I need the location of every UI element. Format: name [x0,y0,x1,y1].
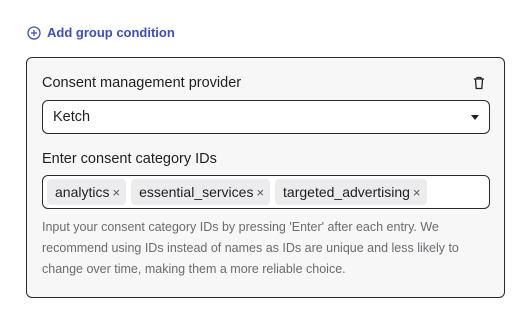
tag-essential-services: essential_services × [131,179,271,205]
remove-tag-icon[interactable]: × [413,186,421,199]
tag-targeted-advertising: targeted_advertising × [275,179,427,205]
tag-label: essential_services [139,184,254,200]
trash-icon[interactable] [473,76,485,90]
plus-circle-icon [27,25,41,40]
category-ids-label: Enter consent category IDs [42,151,217,167]
remove-tag-icon[interactable]: × [112,186,120,199]
remove-tag-icon[interactable]: × [256,186,264,199]
tag-analytics: analytics × [47,179,127,205]
provider-selected-value: Ketch [53,109,91,125]
provider-label: Consent management provider [42,75,242,91]
condition-panel: Consent management provider Ketch Enter … [26,57,505,298]
add-group-condition-button[interactable]: Add group condition [27,25,175,40]
tag-label: targeted_advertising [283,184,410,200]
chevron-down-icon [471,115,479,120]
add-group-condition-label: Add group condition [47,25,175,40]
tag-label: analytics [55,184,110,200]
category-ids-input[interactable]: analytics × essential_services × targete… [42,175,490,209]
provider-select[interactable]: Ketch [42,100,490,134]
category-ids-hint: Input your consent category IDs by press… [42,220,459,276]
